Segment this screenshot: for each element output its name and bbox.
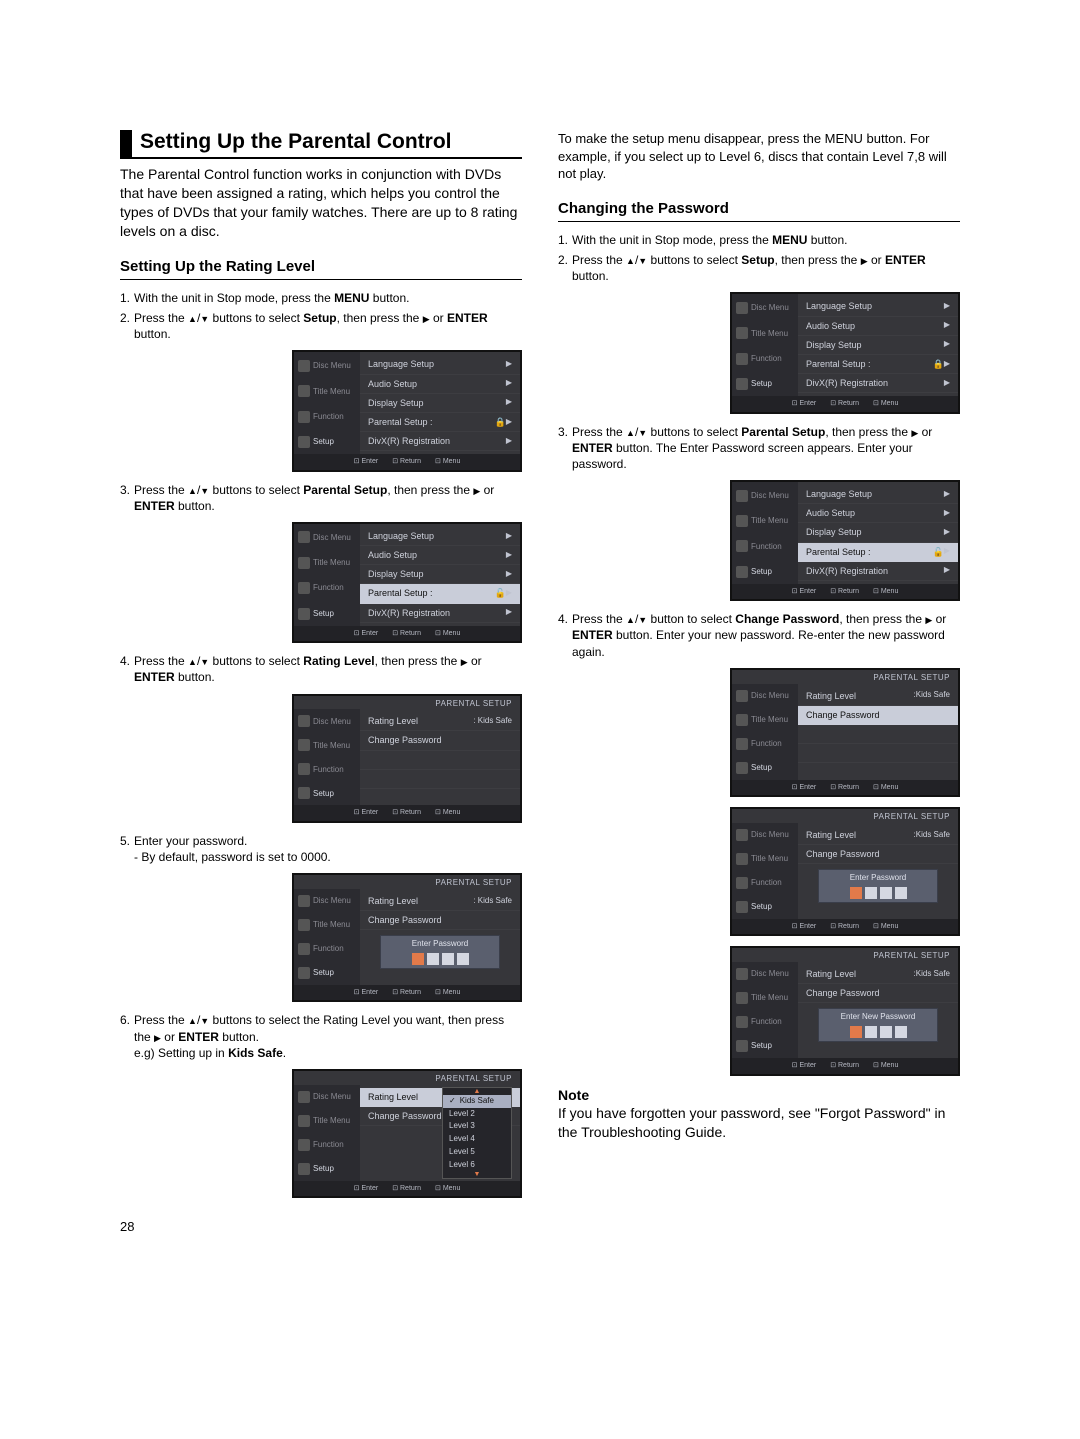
setup-icon <box>298 436 310 448</box>
section-title: Setting Up the Parental Control <box>120 130 522 159</box>
osd-setup-menu-1: Disc Menu Title Menu Function Setup Lang… <box>292 350 522 471</box>
step-3: 3. Press the / buttons to select Parenta… <box>120 482 522 514</box>
osd-r-enter-password: PARENTAL SETUP Disc Menu Title Menu Func… <box>730 807 960 936</box>
r-step-2: 2. Press the / buttons to select Setup, … <box>558 252 960 284</box>
step-4: 4. Press the / buttons to select Rating … <box>120 653 522 685</box>
step-1: 1. With the unit in Stop mode, press the… <box>120 290 522 306</box>
down-icon <box>200 311 209 325</box>
right-column: To make the setup menu disappear, press … <box>558 130 960 1236</box>
intro-paragraph: The Parental Control function works in c… <box>120 165 522 241</box>
osd-enter-password: PARENTAL SETUP Disc Menu Title Menu Func… <box>292 873 522 1002</box>
page-number: 28 <box>120 1218 522 1236</box>
rating-dropdown: ▲ ✓Kids Safe Level 2 Level 3 Level 4 Lev… <box>442 1087 512 1180</box>
lock-icon: 🔒 <box>495 416 506 428</box>
sub-heading-rating: Setting Up the Rating Level <box>120 257 522 280</box>
title-icon <box>298 385 310 397</box>
step-6: 6. Press the / buttons to select the Rat… <box>120 1012 522 1061</box>
osd-r-setup-2: Disc Menu Title Menu Function Setup Lang… <box>730 480 960 601</box>
r-step-4: 4. Press the / button to select Change P… <box>558 611 960 660</box>
osd-setup-menu-2: Disc Menu Title Menu Function Setup Lang… <box>292 522 522 643</box>
r-step-3: 3. Press the / buttons to select Parenta… <box>558 424 960 473</box>
osd-parental-1: PARENTAL SETUP Disc Menu Title Menu Func… <box>292 694 522 823</box>
sub-heading-password: Changing the Password <box>558 199 960 222</box>
note-heading: Note <box>558 1086 960 1105</box>
step-2: 2. Press the / buttons to select Setup, … <box>120 310 522 342</box>
osd-rating-dropdown: PARENTAL SETUP Disc Menu Title Menu Func… <box>292 1069 522 1198</box>
right-icon <box>423 311 430 325</box>
osd-r-enter-new-password: PARENTAL SETUP Disc Menu Title Menu Func… <box>730 946 960 1075</box>
function-icon <box>298 411 310 423</box>
up-icon <box>188 311 197 325</box>
disc-icon <box>298 360 310 372</box>
left-column: Setting Up the Parental Control The Pare… <box>120 130 522 1236</box>
osd-r-parental-1: PARENTAL SETUP Disc Menu Title Menu Func… <box>730 668 960 797</box>
step-5: 5. Enter your password. - By default, pa… <box>120 833 522 865</box>
lock-icon: 🔓 <box>495 587 506 599</box>
top-right-paragraph: To make the setup menu disappear, press … <box>558 130 960 183</box>
r-step-1: 1. With the unit in Stop mode, press the… <box>558 232 960 248</box>
note-body: If you have forgotten your password, see… <box>558 1104 960 1142</box>
osd-r-setup-1: Disc Menu Title Menu Function Setup Lang… <box>730 292 960 413</box>
